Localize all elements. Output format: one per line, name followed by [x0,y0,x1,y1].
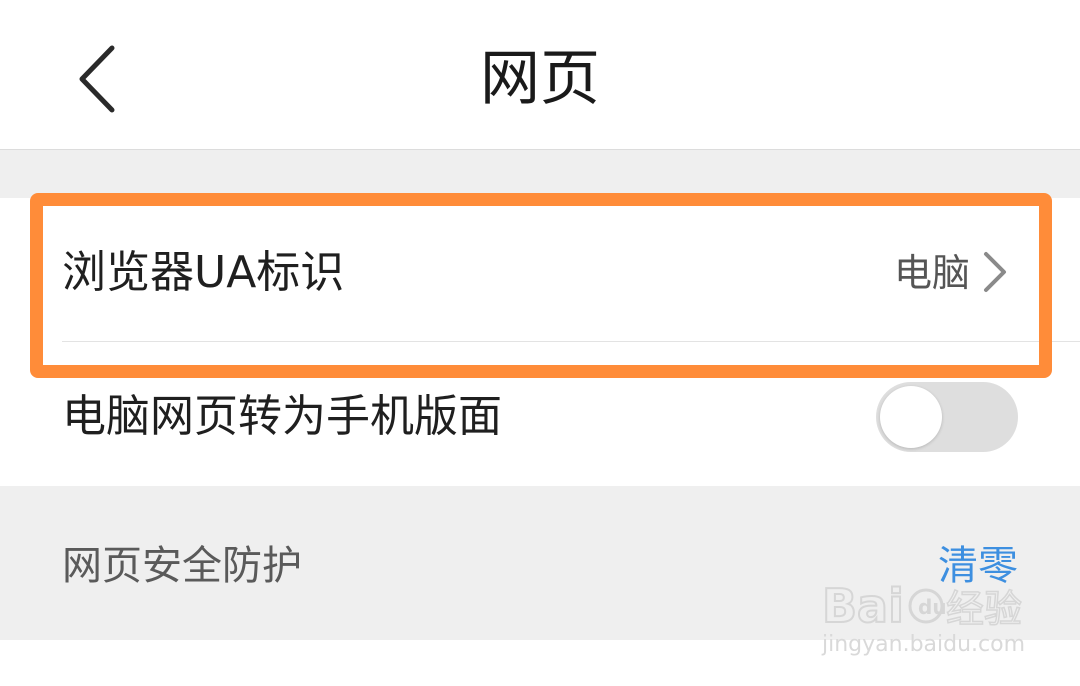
security-section: 网页安全防护 清零 [0,486,1080,640]
ua-setting-row[interactable]: 浏览器UA标识 电脑 [0,198,1080,342]
mobile-view-label: 电脑网页转为手机版面 [62,391,502,442]
chevron-right-icon [984,252,1006,292]
ua-setting-label: 浏览器UA标识 [62,247,345,298]
security-section-title: 网页安全防护 [62,543,302,589]
bottom-area [0,640,1080,686]
mobile-view-row: 电脑网页转为手机版面 [0,342,1080,486]
clear-button[interactable]: 清零 [938,486,1018,646]
page-title: 网页 [480,44,600,114]
header-bar: 网页 [0,0,1080,150]
section-spacer [0,150,1080,198]
mobile-view-toggle[interactable] [876,382,1018,452]
ua-setting-value: 电脑 [893,251,970,295]
settings-card: 浏览器UA标识 电脑 电脑网页转为手机版面 [0,198,1080,486]
toggle-knob [880,386,942,448]
